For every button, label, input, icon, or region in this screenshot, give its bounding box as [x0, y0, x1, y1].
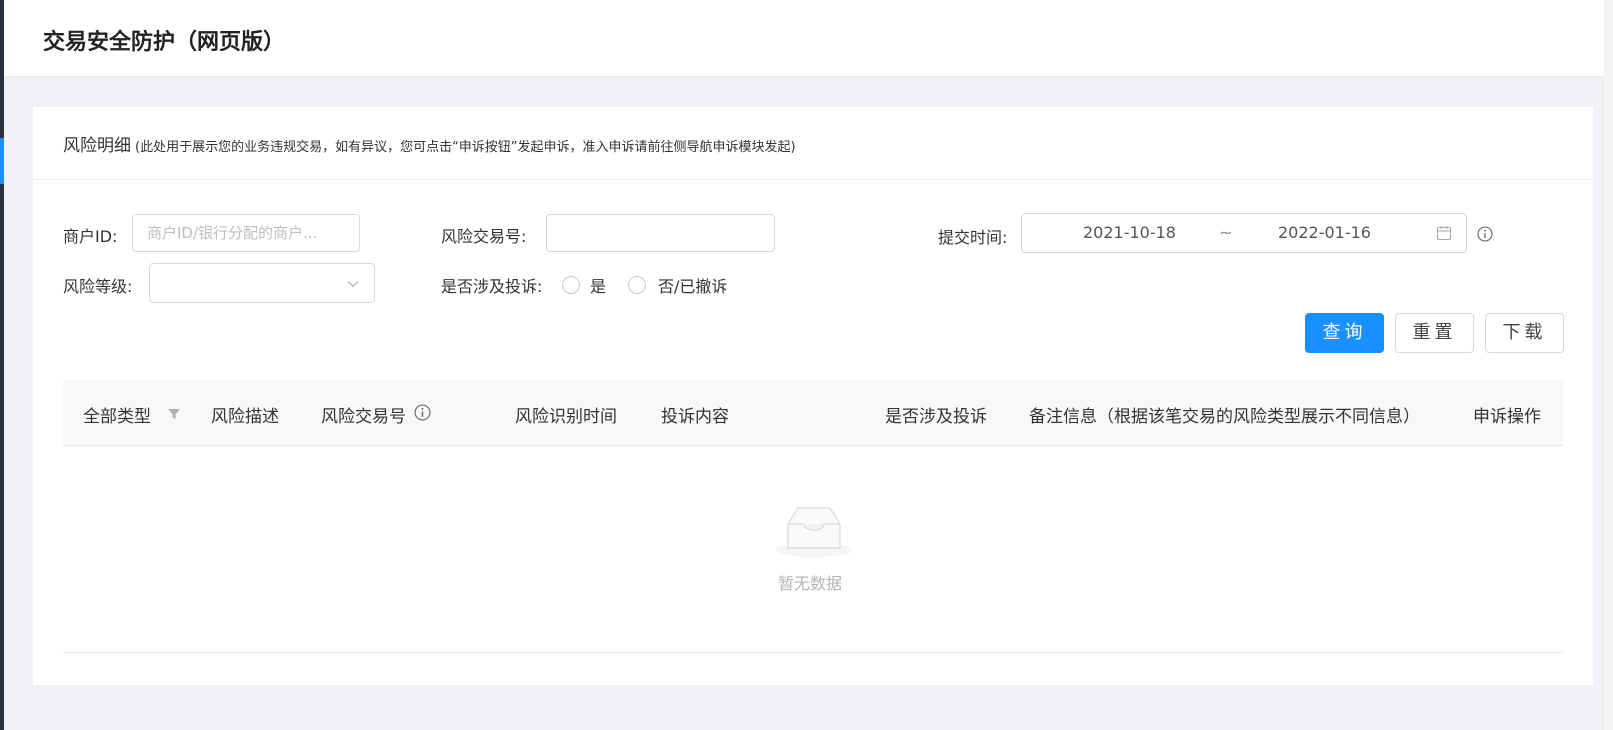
complaint-no-label[interactable]: 否/已撤诉 [658, 273, 727, 297]
column-all-types[interactable]: 全部类型 [83, 402, 151, 427]
info-circle-icon[interactable] [1477, 226, 1493, 242]
risk-level-select[interactable] [149, 263, 375, 303]
column-risk-description: 风险描述 [211, 407, 279, 427]
card-title: 风险明细 (此处用于展示您的业务违规交易，如有异议，您可点击“申诉按钮”发起申诉，… [63, 131, 796, 156]
column-appeal-action: 申诉操作 [1473, 407, 1541, 427]
column-involves-complaint: 是否涉及投诉 [885, 407, 987, 427]
complaint-no-radio[interactable] [628, 276, 646, 294]
calendar-icon[interactable] [1436, 225, 1452, 241]
date-end[interactable]: 2022-01-16 [1278, 223, 1371, 242]
vertical-scrollbar[interactable] [1603, 0, 1613, 730]
card-title-text: 风险明细 [63, 136, 131, 156]
page-title: 交易安全防护（网页版） [43, 30, 286, 55]
download-button[interactable]: 下载 [1485, 313, 1564, 353]
chevron-down-icon [347, 281, 359, 288]
risk-txn-label: 风险交易号: [441, 227, 527, 246]
complaint-yes-label[interactable]: 是 [590, 273, 606, 297]
column-complaint-content: 投诉内容 [661, 407, 729, 427]
risk-txn-input[interactable] [546, 214, 775, 252]
empty-inbox-icon [776, 507, 852, 557]
info-circle-icon[interactable] [414, 404, 431, 421]
page-header: 交易安全防护（网页版） [4, 0, 1604, 77]
merchant-id-label: 商户ID: [63, 227, 118, 246]
table-header: 全部类型 风险描述 风险交易号 风险识别时间 投诉内容 是否涉及投诉 备注信息（… [63, 380, 1563, 446]
merchant-id-input[interactable] [132, 214, 360, 252]
column-remark-info: 备注信息（根据该笔交易的风险类型展示不同信息） [1029, 407, 1420, 427]
column-risk-detect-time: 风险识别时间 [515, 407, 617, 427]
date-range-picker[interactable]: 2021-10-18 ~ 2022-01-16 [1021, 213, 1467, 253]
empty-state-text: 暂无数据 [778, 574, 843, 593]
date-start[interactable]: 2021-10-18 [1083, 223, 1176, 242]
submit-time-label: 提交时间: [938, 228, 1008, 247]
sidebar-edge [0, 0, 4, 730]
risk-level-label: 风险等级: [63, 277, 133, 296]
sidebar-active-indicator [0, 138, 4, 184]
card-header: 风险明细 (此处用于展示您的业务违规交易，如有异议，您可点击“申诉按钮”发起申诉，… [33, 107, 1593, 180]
filter-icon[interactable] [167, 407, 181, 421]
complaint-label: 是否涉及投诉: [441, 277, 543, 296]
date-separator: ~ [1219, 223, 1233, 242]
complaint-yes-radio[interactable] [562, 276, 580, 294]
table-bottom-border [63, 652, 1563, 653]
reset-button[interactable]: 重置 [1395, 313, 1474, 353]
card-title-note: (此处用于展示您的业务违规交易，如有异议，您可点击“申诉按钮”发起申诉，准入申诉… [135, 140, 796, 155]
column-risk-txn-no: 风险交易号 [321, 407, 406, 427]
query-button[interactable]: 查询 [1305, 313, 1384, 353]
